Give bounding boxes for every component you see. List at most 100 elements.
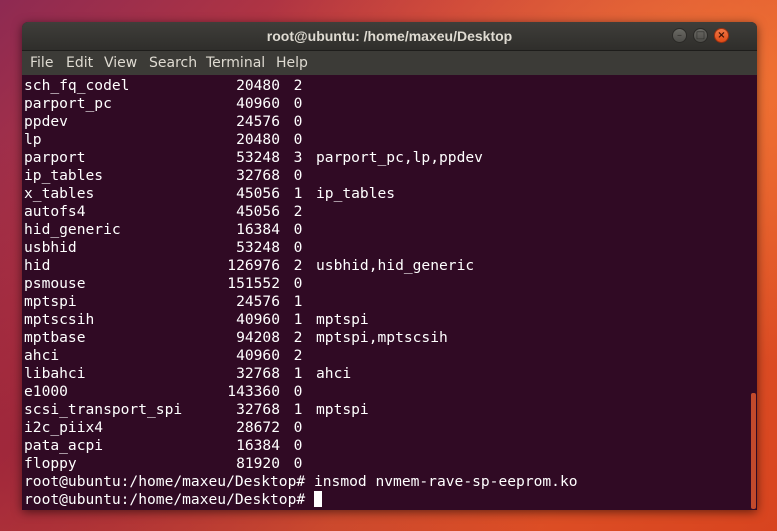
module-used-count: 2 — [293, 347, 303, 364]
module-size: 53248 — [236, 239, 280, 256]
module-used-count: 0 — [293, 221, 303, 238]
module-used-count: 0 — [293, 95, 303, 112]
module-size: 53248 — [236, 149, 280, 166]
prompt-line: root@ubuntu:/home/maxeu/Desktop# insmod … — [24, 473, 744, 491]
module-used-count: 1 — [293, 293, 303, 310]
module-row: x_tables 45056 1 ip_tables — [24, 185, 744, 203]
module-row: mptscsih 40960 1 mptspi — [24, 311, 744, 329]
module-name: ip_tables — [24, 167, 104, 184]
menu-help[interactable]: Help — [272, 51, 312, 75]
menubar: File Edit View Search Terminal Help — [22, 51, 757, 75]
module-name: usbhid — [24, 239, 77, 256]
module-used-count: 1 — [293, 365, 303, 382]
module-name: ppdev — [24, 113, 68, 130]
module-row: pata_acpi 16384 0 — [24, 437, 744, 455]
module-size: 40960 — [236, 347, 280, 364]
module-used-count: 0 — [293, 419, 303, 436]
module-used-count: 1 — [293, 311, 303, 328]
module-used-count: 0 — [293, 275, 303, 292]
module-used-by: ahci — [316, 365, 352, 382]
module-row: scsi_transport_spi 32768 1 mptspi — [24, 401, 744, 419]
scrollbar[interactable] — [749, 75, 757, 510]
module-row: lp 20480 0 — [24, 131, 744, 149]
module-size: 16384 — [236, 437, 280, 454]
module-size: 28672 — [236, 419, 280, 436]
module-row: parport_pc 40960 0 — [24, 95, 744, 113]
module-name: x_tables — [24, 185, 95, 202]
module-size: 151552 — [227, 275, 280, 292]
module-list: sch_fq_codel 20480 2 parport_pc 40960 0 ppdev 2… — [24, 77, 744, 509]
module-row: floppy 81920 0 — [24, 455, 744, 473]
module-row: ip_tables 32768 0 — [24, 167, 744, 185]
module-used-count: 3 — [293, 149, 303, 166]
module-name: autofs4 — [24, 203, 86, 220]
prompt-line: root@ubuntu:/home/maxeu/Desktop# — [24, 491, 744, 509]
menu-search[interactable]: Search — [145, 51, 201, 75]
module-used-count: 1 — [293, 185, 303, 202]
module-size: 16384 — [236, 221, 280, 238]
module-size: 143360 — [227, 383, 280, 400]
module-used-count: 1 — [293, 401, 303, 418]
shell-prompt: root@ubuntu:/home/maxeu/Desktop# — [24, 491, 306, 508]
module-name: mptspi — [24, 293, 77, 310]
module-row: e1000 143360 0 — [24, 383, 744, 401]
menu-terminal[interactable]: Terminal — [202, 51, 269, 75]
module-used-count: 0 — [293, 131, 303, 148]
module-row: hid 126976 2 usbhid,hid_generic — [24, 257, 744, 275]
module-name: ahci — [24, 347, 60, 364]
menu-edit[interactable]: Edit — [62, 51, 97, 75]
module-name: mptscsih — [24, 311, 95, 328]
module-used-by: mptspi,mptscsih — [316, 329, 448, 346]
module-row: usbhid 53248 0 — [24, 239, 744, 257]
module-size: 32768 — [236, 365, 280, 382]
minimize-icon[interactable]: – — [672, 28, 687, 43]
module-row: mptspi 24576 1 — [24, 293, 744, 311]
maximize-icon[interactable]: □ — [693, 28, 708, 43]
module-used-count: 2 — [293, 329, 303, 346]
module-name: hid — [24, 257, 51, 274]
module-row: autofs4 45056 2 — [24, 203, 744, 221]
module-name: parport — [24, 149, 86, 166]
module-size: 126976 — [227, 257, 280, 274]
text-cursor — [313, 491, 322, 507]
module-size: 32768 — [236, 401, 280, 418]
module-used-by: parport_pc,lp,ppdev — [316, 149, 483, 166]
module-name: sch_fq_codel — [24, 77, 130, 94]
module-used-by: mptspi — [316, 401, 369, 418]
module-size: 40960 — [236, 311, 280, 328]
menu-file[interactable]: File — [26, 51, 57, 75]
terminal-window: root@ubuntu: /home/maxeu/Desktop – □ × F… — [22, 22, 757, 510]
terminal-output[interactable]: sch_fq_codel 20480 2 parport_pc 40960 0 ppdev 2… — [22, 75, 757, 510]
menu-view[interactable]: View — [100, 51, 141, 75]
module-name: parport_pc — [24, 95, 112, 112]
module-row: ppdev 24576 0 — [24, 113, 744, 131]
module-size: 24576 — [236, 113, 280, 130]
module-name: lp — [24, 131, 42, 148]
scrollbar-thumb[interactable] — [751, 393, 756, 509]
module-row: sch_fq_codel 20480 2 — [24, 77, 744, 95]
shell-prompt: root@ubuntu:/home/maxeu/Desktop# — [24, 473, 306, 490]
module-row: parport 53248 3 parport_pc,lp,ppdev — [24, 149, 744, 167]
module-used-by: usbhid,hid_generic — [316, 257, 475, 274]
module-size: 94208 — [236, 329, 280, 346]
shell-command: insmod nvmem-rave-sp-eeprom.ko — [305, 473, 578, 490]
shell-command — [305, 491, 314, 508]
module-name: hid_generic — [24, 221, 121, 238]
module-name: pata_acpi — [24, 437, 104, 454]
close-icon[interactable]: × — [714, 28, 729, 43]
module-used-count: 0 — [293, 455, 303, 472]
module-name: i2c_piix4 — [24, 419, 104, 436]
module-row: psmouse 151552 0 — [24, 275, 744, 293]
module-name: e1000 — [24, 383, 68, 400]
module-used-count: 2 — [293, 257, 303, 274]
module-used-count: 0 — [293, 437, 303, 454]
titlebar[interactable]: root@ubuntu: /home/maxeu/Desktop – □ × — [22, 22, 757, 51]
module-size: 45056 — [236, 185, 280, 202]
module-name: scsi_transport_spi — [24, 401, 183, 418]
module-used-count: 0 — [293, 383, 303, 400]
module-name: libahci — [24, 365, 86, 382]
module-size: 81920 — [236, 455, 280, 472]
module-used-count: 2 — [293, 77, 303, 94]
module-used-by: ip_tables — [316, 185, 396, 202]
module-size: 20480 — [236, 131, 280, 148]
